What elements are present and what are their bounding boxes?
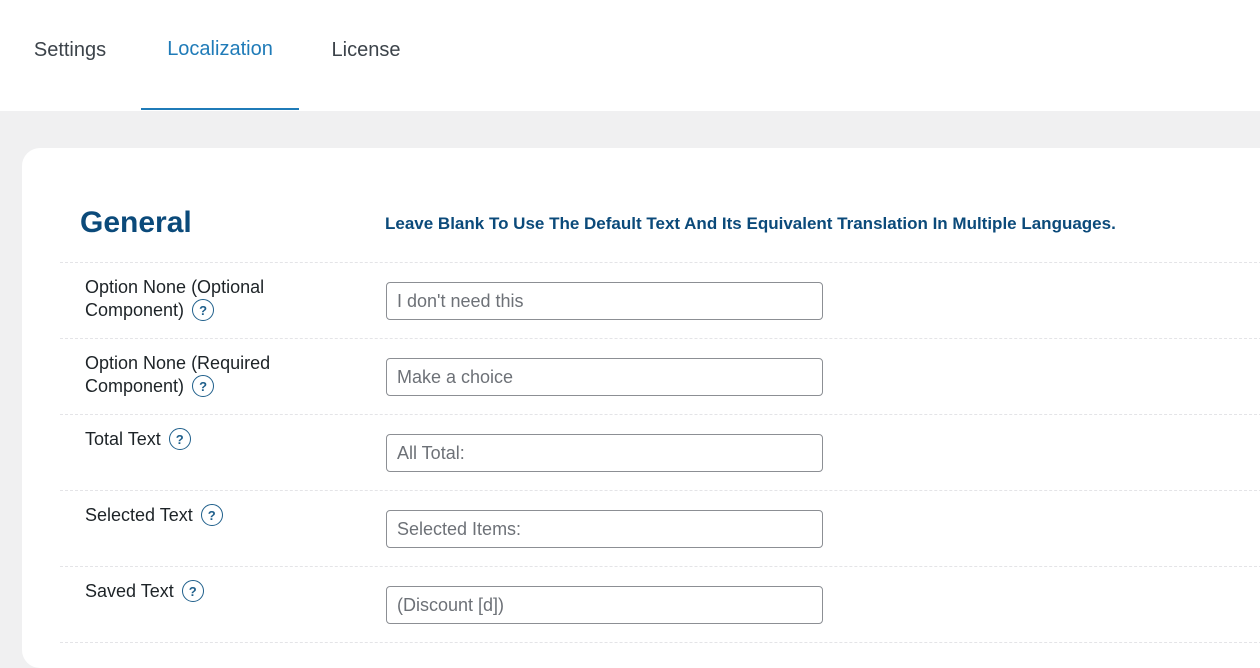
selected-text-input[interactable] bbox=[386, 510, 823, 548]
divider bbox=[60, 490, 1260, 491]
option-none-required-input[interactable] bbox=[386, 358, 823, 396]
tab-license[interactable]: License bbox=[309, 0, 423, 110]
section-title: General bbox=[80, 206, 192, 239]
total-text-label: Total Text? bbox=[85, 428, 315, 451]
option-none-required-label: Option None (Required Component)? bbox=[85, 352, 315, 398]
total-text-input[interactable] bbox=[386, 434, 823, 472]
option-none-optional-label: Option None (Optional Component)? bbox=[85, 276, 315, 322]
label-line-1: Selected Text bbox=[85, 505, 193, 525]
label-line-1: Saved Text bbox=[85, 581, 174, 601]
settings-panel: General Leave Blank To Use The Default T… bbox=[22, 148, 1260, 668]
section-hint: Leave Blank To Use The Default Text And … bbox=[385, 214, 1116, 233]
help-icon[interactable]: ? bbox=[168, 428, 191, 451]
divider bbox=[60, 262, 1260, 263]
tabs: Settings Localization License bbox=[9, 0, 423, 111]
label-line-2: Component) bbox=[85, 376, 185, 396]
help-icon[interactable]: ? bbox=[200, 504, 223, 527]
label-line-2: Component) bbox=[85, 300, 185, 320]
tab-localization[interactable]: Localization bbox=[141, 0, 299, 110]
label-line-1: Total Text bbox=[85, 429, 161, 449]
tab-bar: Settings Localization License bbox=[0, 0, 1260, 111]
divider bbox=[60, 566, 1260, 567]
label-line-1: Option None (Required bbox=[85, 353, 271, 373]
tab-settings[interactable]: Settings bbox=[9, 0, 131, 110]
divider bbox=[60, 414, 1260, 415]
label-line-1: Option None (Optional bbox=[85, 277, 265, 297]
selected-text-label: Selected Text? bbox=[85, 504, 315, 527]
divider bbox=[60, 642, 1260, 643]
divider bbox=[60, 338, 1260, 339]
option-none-optional-input[interactable] bbox=[386, 282, 823, 320]
help-icon[interactable]: ? bbox=[192, 299, 215, 322]
help-icon[interactable]: ? bbox=[192, 375, 215, 398]
saved-text-input[interactable] bbox=[386, 586, 823, 624]
saved-text-label: Saved Text? bbox=[85, 580, 315, 603]
help-icon[interactable]: ? bbox=[181, 580, 204, 603]
